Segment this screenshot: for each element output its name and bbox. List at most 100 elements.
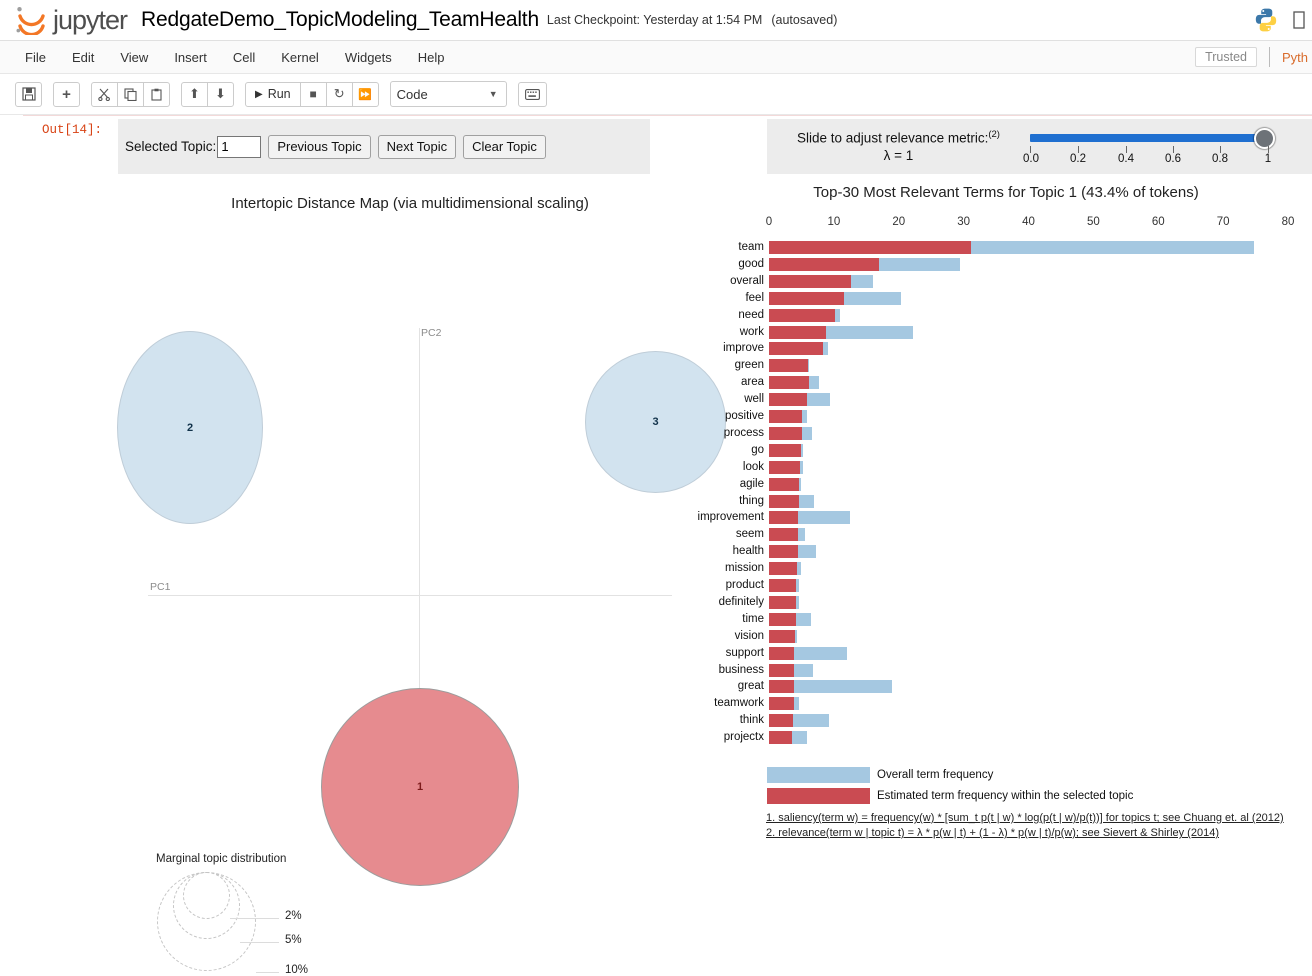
barchart-term-label[interactable]: well	[744, 393, 764, 406]
barchart-term-label[interactable]: look	[743, 461, 764, 474]
menu-item-widgets[interactable]: Widgets	[332, 45, 405, 70]
barchart-term-label[interactable]: vision	[735, 630, 764, 643]
barchart-bar[interactable]	[769, 545, 817, 559]
barchart-term-label[interactable]: positive	[725, 410, 764, 423]
topic-bubble-2[interactable]: 2	[117, 331, 263, 524]
bar-topic-frequency	[769, 714, 793, 728]
trusted-badge[interactable]: Trusted	[1195, 47, 1257, 67]
menu-item-cell[interactable]: Cell	[220, 45, 268, 70]
barchart-bar[interactable]	[769, 646, 848, 660]
barchart-term-label[interactable]: seem	[736, 528, 764, 541]
topic-bubble-3[interactable]: 3	[585, 351, 726, 493]
move-cell-down-button[interactable]: ⬇	[207, 81, 234, 107]
barchart-term-label[interactable]: great	[738, 680, 764, 693]
barchart-term-label[interactable]: green	[735, 359, 764, 372]
barchart-term-label[interactable]: process	[724, 427, 764, 440]
barchart-bar[interactable]	[769, 663, 814, 677]
barchart-bar[interactable]	[769, 511, 851, 525]
barchart-term-label[interactable]: feel	[745, 292, 764, 305]
barchart-bar[interactable]	[769, 257, 960, 271]
barchart-bar[interactable]	[769, 342, 829, 356]
barchart-bar[interactable]	[769, 697, 799, 711]
copy-cell-button[interactable]	[117, 81, 144, 107]
kernel-indicator[interactable]: Pyth	[1282, 50, 1308, 65]
barchart-bar[interactable]	[769, 443, 804, 457]
menu-item-help[interactable]: Help	[405, 45, 458, 70]
barchart-term-label[interactable]: improvement	[698, 511, 764, 524]
move-cell-up-button[interactable]: ⬆	[181, 81, 208, 107]
barchart-bar[interactable]	[769, 494, 815, 508]
barchart-bar[interactable]	[769, 680, 893, 694]
cut-cell-button[interactable]	[91, 81, 118, 107]
barchart-bar[interactable]	[769, 359, 810, 373]
intertopic-distance-map[interactable]: PC1 PC2 2 3 1	[0, 215, 730, 886]
barchart-bar[interactable]	[769, 731, 807, 745]
notebook-title[interactable]: RedgateDemo_TopicModeling_TeamHealth	[141, 8, 539, 32]
barchart-bar[interactable]	[769, 579, 800, 592]
barchart-term-label[interactable]: projectx	[724, 731, 764, 744]
footnote-relevance[interactable]: 2. relevance(term w | topic t) = λ * p(w…	[766, 827, 1219, 839]
slider-handle[interactable]	[1254, 127, 1275, 149]
barchart-term-label[interactable]: need	[738, 309, 764, 322]
footnote-saliency[interactable]: 1. saliency(term w) = frequency(w) * [su…	[766, 812, 1284, 824]
menu-item-insert[interactable]: Insert	[161, 45, 220, 70]
barchart-term-label[interactable]: improve	[723, 342, 764, 355]
barchart-term-label[interactable]: work	[740, 326, 764, 339]
barchart-term-label[interactable]: agile	[740, 478, 764, 491]
barchart-bar[interactable]	[769, 460, 804, 474]
barchart-term-label[interactable]: business	[719, 664, 764, 677]
barchart-bar[interactable]	[769, 528, 805, 542]
jupyter-logo[interactable]: jupyter	[14, 5, 128, 36]
barchart-bar[interactable]	[769, 308, 841, 322]
interrupt-kernel-button[interactable]: ■	[299, 81, 327, 107]
topic-bubble-1[interactable]: 1	[321, 688, 519, 886]
barchart-bar[interactable]	[769, 612, 812, 626]
clear-topic-button[interactable]: Clear Topic	[463, 134, 546, 159]
menu-item-kernel[interactable]: Kernel	[268, 45, 332, 70]
barchart-term-label[interactable]: product	[726, 579, 764, 592]
insert-cell-button[interactable]: +	[53, 81, 80, 107]
barchart-bar[interactable]	[769, 393, 830, 407]
barchart-term-label[interactable]: thing	[739, 495, 764, 508]
barchart-term-label[interactable]: think	[740, 714, 764, 727]
barchart-bar[interactable]	[769, 714, 829, 728]
barchart-bar[interactable]	[769, 241, 1255, 254]
selected-topic-input[interactable]: 1	[217, 135, 262, 158]
slider-track[interactable]	[1030, 133, 1270, 142]
barchart-bar[interactable]	[769, 477, 802, 491]
barchart-term-label[interactable]: support	[726, 647, 764, 660]
barchart-bar[interactable]	[769, 325, 914, 339]
menu-item-edit[interactable]: Edit	[59, 45, 107, 70]
barchart-term-label[interactable]: teamwork	[714, 697, 764, 710]
barchart-term-label[interactable]: team	[738, 241, 764, 254]
barchart-bar[interactable]	[769, 426, 812, 440]
barchart-bar[interactable]	[769, 376, 819, 390]
barchart-term-label[interactable]: area	[741, 376, 764, 389]
paste-cell-button[interactable]	[143, 81, 170, 107]
barchart-bar[interactable]	[769, 410, 808, 423]
cell-type-select[interactable]: Code ▼	[389, 81, 507, 107]
restart-and-run-all-button[interactable]: ⏩	[351, 81, 379, 107]
barchart-term-label[interactable]: definitely	[719, 596, 764, 609]
barchart-term-label[interactable]: good	[738, 258, 764, 271]
restart-kernel-button[interactable]: ↻	[325, 81, 353, 107]
save-button[interactable]	[15, 81, 42, 107]
command-palette-button[interactable]	[517, 81, 547, 107]
previous-topic-button[interactable]: Previous Topic	[268, 134, 371, 159]
run-cell-button[interactable]: ▶ Run	[245, 81, 301, 107]
barchart-bar[interactable]	[769, 629, 797, 643]
logout-icon[interactable]	[1293, 9, 1306, 31]
next-topic-button[interactable]: Next Topic	[377, 134, 457, 159]
barchart-term-label[interactable]: go	[751, 444, 764, 457]
menu-item-file[interactable]: File	[12, 45, 59, 70]
relevance-slider[interactable]: 0.0 0.2 0.4 0.6 0.8 1	[1023, 124, 1283, 170]
menu-item-view[interactable]: View	[107, 45, 161, 70]
barchart-bar[interactable]	[769, 274, 874, 288]
barchart-term-label[interactable]: mission	[725, 562, 764, 575]
barchart-bar[interactable]	[769, 595, 800, 609]
barchart-term-label[interactable]: overall	[730, 275, 764, 288]
barchart-bar[interactable]	[769, 291, 901, 305]
barchart-term-label[interactable]: health	[733, 545, 764, 558]
barchart-term-label[interactable]: time	[742, 613, 764, 626]
barchart-bar[interactable]	[769, 562, 802, 576]
